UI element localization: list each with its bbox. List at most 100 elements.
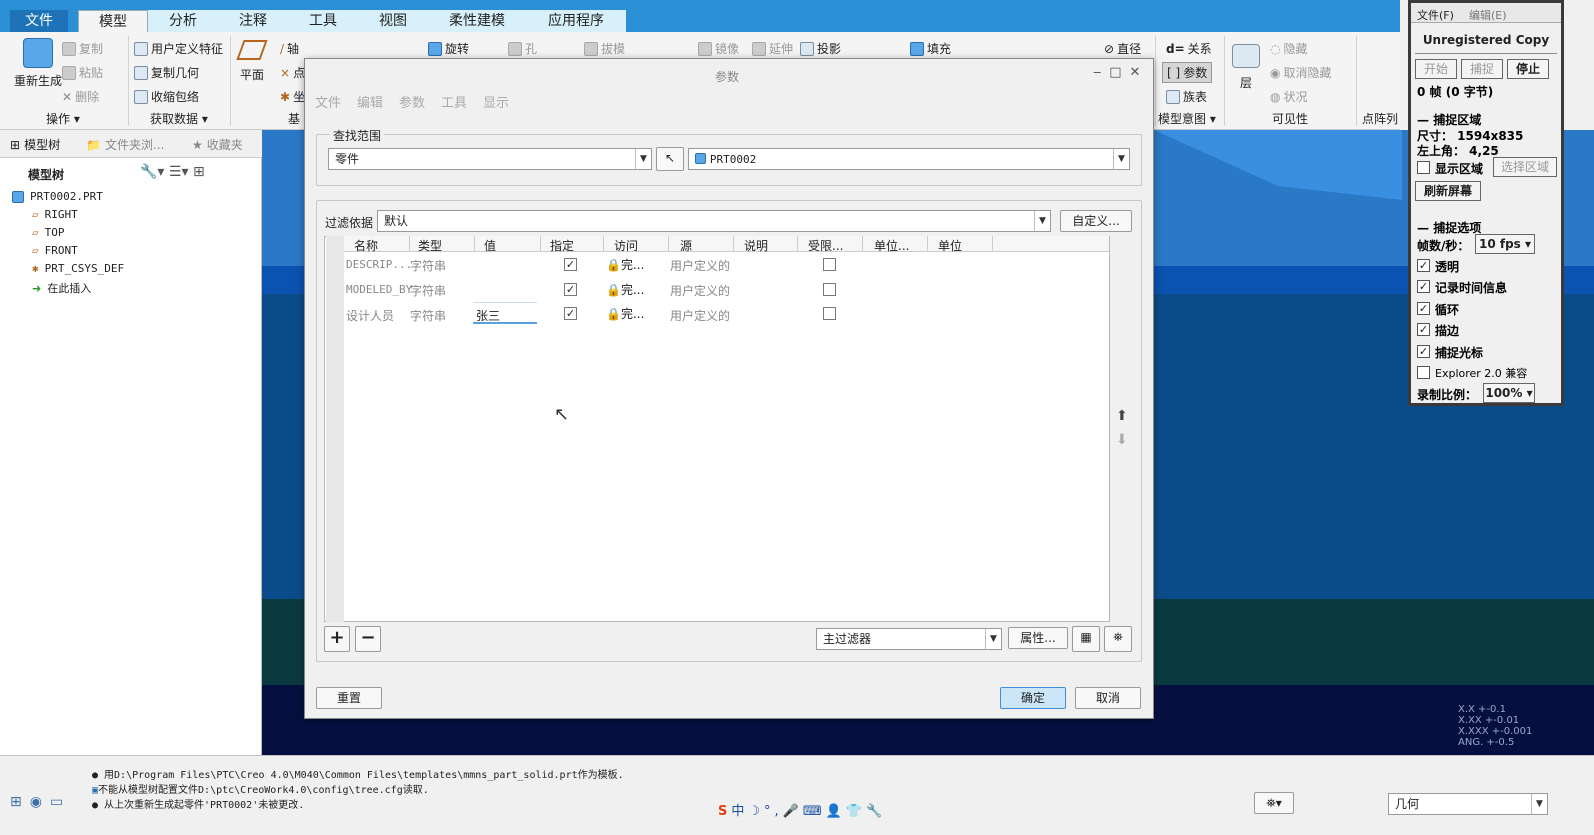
reset-button[interactable]: 重置 <box>316 687 382 709</box>
dialog-menu-file[interactable]: 文件 <box>315 92 341 111</box>
tree-item-front[interactable]: ▱ FRONT <box>32 244 78 257</box>
plane-button[interactable]: 平面 <box>236 40 268 83</box>
properties-button[interactable]: 属性... <box>1008 627 1068 649</box>
main-filter-select[interactable]: 主过滤器 ▼ <box>816 628 1002 650</box>
show-region-checkbox[interactable] <box>1417 161 1430 174</box>
col-source[interactable]: 源 <box>680 237 692 254</box>
hide-button[interactable]: ◌ 隐藏 <box>1270 40 1308 57</box>
cell-access[interactable]: 🔒完... <box>606 281 644 298</box>
tab-annotate[interactable]: 注释 <box>218 10 288 32</box>
designated-checkbox[interactable]: ✓ <box>564 307 577 320</box>
group-operations[interactable]: 操作 ▾ <box>46 110 80 127</box>
col-name[interactable]: 名称 <box>354 237 378 254</box>
extend-button[interactable]: 延伸 <box>752 40 793 57</box>
capture-menu-file[interactable]: 文件(F) <box>1417 7 1454 23</box>
designated-checkbox[interactable]: ✓ <box>564 283 577 296</box>
regenerate-button[interactable]: 重新生成 <box>14 38 62 89</box>
select-region-button[interactable]: 选择区域 <box>1493 157 1557 177</box>
shrinkwrap-button[interactable]: 收缩包络 <box>134 88 199 105</box>
col-unit-quantity[interactable]: 单位... <box>874 237 909 254</box>
ok-button[interactable]: 确定 <box>1000 687 1066 709</box>
tab-model[interactable]: 模型 <box>78 10 148 32</box>
revolve-button[interactable]: 旋转 <box>428 40 469 57</box>
customize-button[interactable]: 自定义... <box>1060 210 1132 232</box>
axis-button[interactable]: / 轴 <box>280 40 299 57</box>
fill-button[interactable]: 填充 <box>910 40 951 57</box>
tab-favorites[interactable]: ★ 收藏夹 <box>192 136 243 153</box>
col-access[interactable]: 访问 <box>614 237 638 254</box>
tab-file[interactable]: 文件 <box>10 10 68 32</box>
point-button[interactable]: × 点 <box>280 64 305 81</box>
option-checkbox[interactable]: ✓ <box>1417 323 1430 336</box>
csys-button[interactable]: ✱ 坐 <box>280 88 305 105</box>
col-restricted[interactable]: 受限... <box>808 237 843 254</box>
tab-model-tree[interactable]: ⊞ 模型树 <box>10 136 60 153</box>
status-icons[interactable]: ⊞◉▭ <box>10 794 71 810</box>
udf-button[interactable]: 用户定义特征 <box>134 40 223 57</box>
select-object-button[interactable]: ↖ <box>656 147 684 171</box>
cell-value[interactable]: 张三 <box>476 307 500 324</box>
cell-name[interactable]: MODELED_BY <box>346 283 412 296</box>
group-datum[interactable]: 基 <box>288 110 300 127</box>
move-down-button[interactable]: ⬇ <box>1116 432 1128 448</box>
dialog-menu-display[interactable]: 显示 <box>483 92 509 111</box>
restricted-checkbox[interactable] <box>823 258 836 271</box>
hole-button[interactable]: 孔 <box>508 40 537 57</box>
refresh-screen-button[interactable]: 刷新屏幕 <box>1415 181 1481 201</box>
filter-select[interactable]: 默认 ▼ <box>377 210 1051 232</box>
option-checkbox[interactable]: ✓ <box>1417 345 1430 358</box>
col-designated[interactable]: 指定 <box>550 237 574 254</box>
col-value[interactable]: 值 <box>484 237 496 254</box>
designated-checkbox[interactable]: ✓ <box>564 258 577 271</box>
relations-button[interactable]: d= 关系 <box>1166 40 1212 57</box>
move-up-button[interactable]: ⬆ <box>1116 408 1128 424</box>
dialog-menu-edit[interactable]: 编辑 <box>357 92 383 111</box>
tree-item-csys[interactable]: ✱ PRT_CSYS_DEF <box>32 262 124 275</box>
cell-access[interactable]: 🔒完... <box>606 256 644 273</box>
cell-name[interactable]: 设计人员 <box>346 307 394 324</box>
capture-start-button[interactable]: 开始 <box>1415 59 1457 79</box>
cancel-button[interactable]: 取消 <box>1075 687 1141 709</box>
tab-applications[interactable]: 应用程序 <box>526 10 626 32</box>
window-controls[interactable]: ‒□✕ <box>1093 65 1148 80</box>
copy-geometry-button[interactable]: 复制几何 <box>134 64 199 81</box>
selection-filter-select[interactable]: 几何 ▼ <box>1388 793 1548 815</box>
cell-name[interactable]: DESCRIP... <box>346 258 412 271</box>
diameter-button[interactable]: ⊘ 直径 <box>1104 40 1141 57</box>
tree-item-top[interactable]: ▱ TOP <box>32 226 65 239</box>
tab-tools[interactable]: 工具 <box>288 10 358 32</box>
table-columns-button[interactable]: ▦ <box>1072 626 1100 652</box>
draft-button[interactable]: 拔模 <box>584 40 625 57</box>
tab-analysis[interactable]: 分析 <box>148 10 218 32</box>
unhide-button[interactable]: ◉ 取消隐藏 <box>1270 64 1332 81</box>
mirror-button[interactable]: 镜像 <box>698 40 739 57</box>
capture-capture-button[interactable]: 捕捉 <box>1461 59 1503 79</box>
dialog-menu-tools[interactable]: 工具 <box>441 92 467 111</box>
find-button[interactable]: ⛯ <box>1104 626 1132 652</box>
project-button[interactable]: 投影 <box>800 40 841 57</box>
tree-item-part[interactable]: PRT0002.PRT <box>12 190 103 203</box>
scope-object-select[interactable]: PRT0002 ▼ <box>688 148 1130 170</box>
option-checkbox[interactable] <box>1417 366 1430 379</box>
ime-toolbar[interactable]: S中☽°,🎤⌨👤👕🔧 <box>718 800 886 819</box>
cell-type[interactable]: 字符串 <box>410 282 446 299</box>
cell-access[interactable]: 🔒完... <box>606 305 644 322</box>
remove-parameter-button[interactable]: − <box>355 626 381 652</box>
col-unit[interactable]: 单位 <box>938 237 962 254</box>
cell-type[interactable]: 字符串 <box>410 307 446 324</box>
option-checkbox[interactable]: ✓ <box>1417 302 1430 315</box>
tab-view[interactable]: 视图 <box>358 10 428 32</box>
scope-type-select[interactable]: 零件 ▼ <box>328 148 652 170</box>
tab-flexible-modeling[interactable]: 柔性建模 <box>428 10 526 32</box>
col-description[interactable]: 说明 <box>744 237 768 254</box>
fps-select[interactable]: 10 fps ▾ <box>1475 234 1535 254</box>
delete-button[interactable]: ✕ 删除 <box>62 88 99 105</box>
col-type[interactable]: 类型 <box>418 237 442 254</box>
cell-type[interactable]: 字符串 <box>410 257 446 274</box>
copy-button[interactable]: 复制 <box>62 40 103 57</box>
tree-settings-icon[interactable]: 🔧▾ ☰▾ ⊞ <box>140 164 205 180</box>
restricted-checkbox[interactable] <box>823 307 836 320</box>
search-filter-button[interactable]: ⛯▾ <box>1254 792 1294 814</box>
capture-stop-button[interactable]: 停止 <box>1507 59 1549 79</box>
capture-menu-edit[interactable]: 编辑(E) <box>1469 7 1507 23</box>
